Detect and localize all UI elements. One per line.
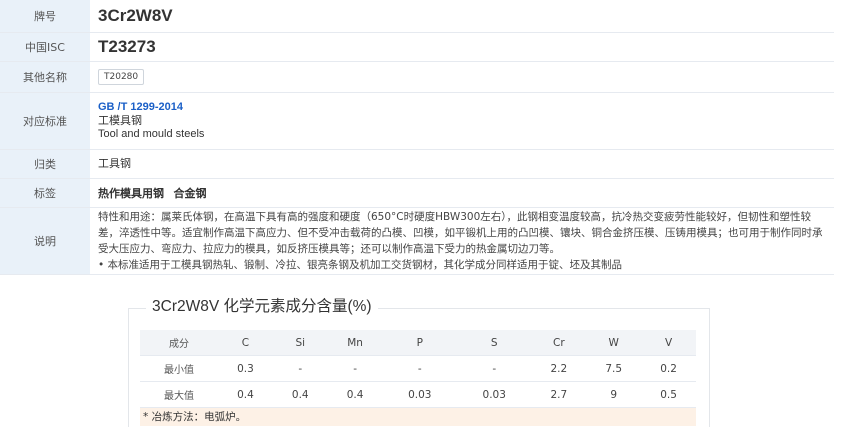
row-label: 最小值 — [140, 355, 218, 382]
element-header: V — [641, 330, 696, 356]
tags-label: 标签 — [0, 178, 90, 208]
china-isc-row: 中国ISC T23273 — [0, 32, 834, 62]
category-label: 归类 — [0, 149, 90, 179]
table-cell: 0.4 — [327, 381, 383, 408]
chemistry-title: 3Cr2W8V 化学元素成分含量(%) — [146, 294, 378, 316]
table-cell: 0.3 — [218, 355, 273, 382]
element-header: Cr — [531, 330, 587, 356]
table-cell: 0.4 — [218, 381, 273, 408]
standard-row: 对应标准 GB /T 1299-2014 工模具钢 Tool and mould… — [0, 92, 834, 150]
component-header: 成分 — [140, 330, 218, 356]
china-isc-label: 中国ISC — [0, 32, 90, 62]
chemistry-table: 成分 C Si Mn P S Cr W V 最小值 0.3 - - - - 2.… — [140, 330, 696, 408]
table-cell: - — [382, 355, 457, 382]
category-value: 工具钢 — [98, 157, 131, 170]
max-value-row: 最大值 0.4 0.4 0.4 0.03 0.03 2.7 9 0.5 — [140, 381, 696, 408]
table-cell: - — [327, 355, 383, 382]
standard-label: 对应标准 — [0, 92, 90, 150]
smelting-method-note: * 冶炼方法：电弧炉。 — [140, 408, 696, 426]
row-label: 最大值 — [140, 381, 218, 408]
chemistry-header-row: 成分 C Si Mn P S Cr W V — [140, 330, 696, 356]
standard-name-cn: 工模具钢 — [98, 114, 142, 127]
material-info-table: 牌号 3Cr2W8V 中国ISC T23273 其他名称 T20280 对应标准… — [0, 0, 834, 275]
element-header: S — [456, 330, 532, 356]
grade-label: 牌号 — [0, 0, 90, 33]
description-label: 说明 — [0, 207, 90, 275]
table-cell: 0.2 — [641, 355, 696, 382]
category-row: 归类 工具钢 — [0, 149, 834, 179]
element-header: Mn — [327, 330, 383, 356]
table-cell: 9 — [586, 381, 642, 408]
description-row: 说明 特性和用途：属莱氏体钢，在高温下具有高的强度和硬度（650°C时硬度HBW… — [0, 207, 834, 275]
china-isc-value: T23273 — [98, 36, 156, 56]
table-cell: 2.7 — [531, 381, 587, 408]
standard-link[interactable]: GB /T 1299-2014 — [98, 101, 833, 113]
table-cell: - — [456, 355, 532, 382]
table-cell: 0.03 — [382, 381, 457, 408]
grade-row: 牌号 3Cr2W8V — [0, 0, 834, 33]
table-cell: 2.2 — [531, 355, 587, 382]
table-cell: 7.5 — [586, 355, 642, 382]
description-note: • 本标准适用于工模具钢热轧、锻制、冷拉、银亮条钢及机加工交货钢材，其化学成分同… — [98, 258, 623, 271]
element-header: W — [586, 330, 642, 356]
other-names-label: 其他名称 — [0, 61, 90, 93]
tag-alloy-steel[interactable]: 合金钢 — [174, 187, 207, 200]
table-cell: 0.5 — [641, 381, 696, 408]
standard-name-en: Tool and mould steels — [98, 128, 205, 140]
smelting-method-text: * 冶炼方法：电弧炉。 — [143, 411, 247, 423]
other-names-row: 其他名称 T20280 — [0, 61, 834, 93]
min-value-row: 最小值 0.3 - - - - 2.2 7.5 0.2 — [140, 355, 696, 382]
table-cell: - — [272, 355, 328, 382]
table-cell: 0.4 — [272, 381, 328, 408]
other-name-tag[interactable]: T20280 — [98, 68, 145, 85]
table-cell: 0.03 — [456, 381, 532, 408]
tag-hot-work-die-steel[interactable]: 热作模具用钢 — [98, 187, 164, 200]
element-header: C — [218, 330, 273, 356]
element-header: P — [382, 330, 457, 356]
description-text: 特性和用途：属莱氏体钢，在高温下具有高的强度和硬度（650°C时硬度HBW300… — [98, 210, 823, 255]
element-header: Si — [272, 330, 328, 356]
tags-row: 标签 热作模具用钢 合金钢 — [0, 178, 834, 208]
grade-value: 3Cr2W8V — [98, 5, 173, 25]
